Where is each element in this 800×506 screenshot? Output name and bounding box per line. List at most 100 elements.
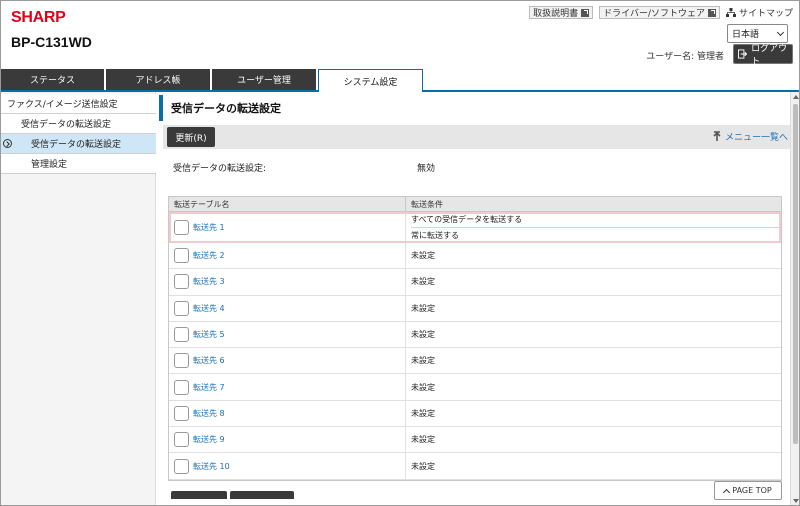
table-cell-name: 転送先 1 — [169, 212, 406, 242]
table-cell-condition: すべての受信データを転送する 常に転送する — [406, 212, 781, 242]
row-checkbox[interactable] — [174, 219, 189, 235]
column-header-name: 転送テーブル名 — [169, 197, 406, 211]
setting-value: 無効 — [417, 164, 436, 174]
tab-status[interactable]: ステータス — [1, 69, 105, 90]
manual-link-label: 取扱説明書 — [533, 9, 579, 19]
menu-list-link[interactable]: メニュー一覧へ — [712, 130, 788, 143]
main-content: 受信データの転送設定 更新(R) メニュー一覧へ 受信データの転送設定: 無効 … — [159, 92, 790, 505]
row-checkbox[interactable] — [174, 458, 189, 474]
brand-logo: SHARP — [11, 9, 66, 26]
tab-system-settings[interactable]: システム設定 — [318, 69, 423, 92]
destination-link[interactable]: 転送先 2 — [193, 250, 225, 261]
row-checkbox[interactable] — [174, 248, 189, 264]
chevron-up-icon — [723, 488, 731, 496]
app-window: SHARP BP-C131WD 取扱説明書 ドライバー/ソフトウェア サイトマッ… — [0, 0, 800, 506]
vertical-scrollbar[interactable] — [790, 92, 799, 505]
table-row: 転送先 2 未設定 — [169, 243, 781, 270]
table-cell-condition: 未設定 — [406, 348, 781, 373]
scroll-down-icon[interactable] — [793, 499, 799, 503]
sitemap-link[interactable]: サイトマップ — [725, 6, 793, 19]
sidebar-item-label: 管理設定 — [31, 160, 68, 170]
user-name: ユーザー名: 管理者 — [646, 52, 724, 62]
table-row: 転送先 5 未設定 — [169, 321, 781, 349]
row-checkbox[interactable] — [174, 327, 189, 343]
scroll-up-icon[interactable] — [793, 95, 799, 99]
destination-link[interactable]: 転送先 10 — [193, 461, 230, 472]
table-row: 転送先 8 未設定 — [169, 400, 781, 428]
logout-button[interactable]: ログアウト — [733, 44, 793, 67]
external-link-icon — [581, 8, 590, 17]
menu-link-label: メニュー一覧へ — [724, 133, 788, 143]
condition-text: すべての受信データを転送する — [411, 215, 523, 224]
setting-label: 受信データの転送設定: — [173, 164, 267, 174]
table-cell-condition: 未設定 — [406, 243, 781, 268]
table-row: 転送先 3 未設定 — [169, 269, 781, 296]
tab-address-book[interactable]: アドレス帳 — [106, 69, 211, 90]
sidebar-item-label: 受信データの転送設定 — [31, 140, 122, 150]
table-cell-name: 転送先 9 — [169, 427, 406, 453]
tab-label: システム設定 — [343, 77, 398, 88]
row-checkbox[interactable] — [174, 432, 189, 448]
destination-link[interactable]: 転送先 7 — [193, 382, 225, 393]
page-top-button[interactable]: PAGE TOP — [714, 481, 782, 500]
condition-text: 未設定 — [411, 356, 435, 366]
row-checkbox[interactable] — [174, 405, 189, 421]
sidebar-item-forward-group[interactable]: 受信データの転送設定 — [1, 114, 156, 134]
manual-link[interactable]: 取扱説明書 — [529, 6, 594, 19]
destination-link[interactable]: 転送先 5 — [193, 329, 225, 340]
driver-software-link[interactable]: ドライバー/ソフトウェア — [599, 6, 720, 19]
sidebar-item-fax-image-send[interactable]: ファクス/イメージ送信設定 — [1, 94, 156, 114]
driver-link-label: ドライバー/ソフトウェア — [603, 9, 705, 19]
row-checkbox[interactable] — [174, 379, 189, 395]
destination-link[interactable]: 転送先 4 — [193, 303, 225, 314]
forward-setting-row: 受信データの転送設定: 無効 — [173, 161, 783, 174]
page-title: 受信データの転送設定 — [159, 95, 790, 121]
table-cell-condition: 未設定 — [406, 453, 781, 478]
scroll-thumb[interactable] — [793, 104, 798, 444]
row-checkbox[interactable] — [174, 274, 189, 290]
condition-text: 未設定 — [411, 330, 435, 340]
condition-text: 常に転送する — [411, 227, 781, 242]
bottom-action-button[interactable] — [171, 491, 227, 499]
action-bar: 更新(R) メニュー一覧へ — [163, 125, 790, 149]
table-cell-name: 転送先 8 — [169, 400, 406, 427]
destination-link[interactable]: 転送先 1 — [193, 222, 225, 233]
sidebar-item-admin-settings[interactable]: 管理設定 — [1, 154, 156, 174]
top-links: 取扱説明書 ドライバー/ソフトウェア サイトマップ — [529, 6, 793, 19]
destination-link[interactable]: 転送先 8 — [193, 408, 225, 419]
row-checkbox[interactable] — [174, 300, 189, 316]
condition-text: 未設定 — [411, 382, 435, 392]
forward-table: 転送テーブル名 転送条件 転送先 1 すべての受信データを転送する 常に転送する… — [168, 196, 782, 481]
bottom-action-button[interactable] — [230, 491, 294, 499]
destination-link[interactable]: 転送先 6 — [193, 355, 225, 366]
sitemap-icon — [725, 8, 736, 17]
row-checkbox[interactable] — [174, 353, 189, 369]
tab-label: アドレス帳 — [135, 76, 181, 86]
update-button[interactable]: 更新(R) — [167, 127, 215, 147]
logout-icon — [738, 49, 748, 59]
external-link-icon — [707, 8, 716, 17]
destination-link[interactable]: 転送先 3 — [193, 276, 225, 287]
condition-text: 未設定 — [411, 408, 435, 418]
table-row: 転送先 1 すべての受信データを転送する 常に転送する — [169, 212, 781, 243]
table-cell-name: 転送先 4 — [169, 295, 406, 321]
table-cell-condition: 未設定 — [406, 374, 781, 399]
language-value: 日本語 — [732, 30, 760, 40]
condition-text: 未設定 — [411, 277, 435, 287]
sidebar-item-forward-settings[interactable]: 受信データの転送設定 — [1, 134, 156, 154]
logout-label: ログアウト — [751, 44, 788, 67]
page-top-label: PAGE TOP — [732, 486, 772, 495]
table-cell-name: 転送先 3 — [169, 269, 406, 295]
table-cell-condition: 未設定 — [406, 401, 781, 426]
table-row: 転送先 4 未設定 — [169, 295, 781, 322]
sidebar: ファクス/イメージ送信設定 受信データの転送設定 受信データの転送設定 管理設定 — [1, 92, 156, 505]
table-row: 転送先 10 未設定 — [169, 453, 781, 480]
tab-user-management[interactable]: ユーザー管理 — [212, 69, 317, 90]
destination-link[interactable]: 転送先 9 — [193, 434, 225, 445]
table-header: 転送テーブル名 転送条件 — [169, 197, 781, 212]
table-cell-name: 転送先 10 — [169, 453, 406, 479]
table-cell-name: 転送先 6 — [169, 348, 406, 374]
table-cell-condition: 未設定 — [406, 427, 781, 452]
condition-text: 未設定 — [411, 435, 435, 445]
chevron-right-icon — [3, 139, 12, 148]
